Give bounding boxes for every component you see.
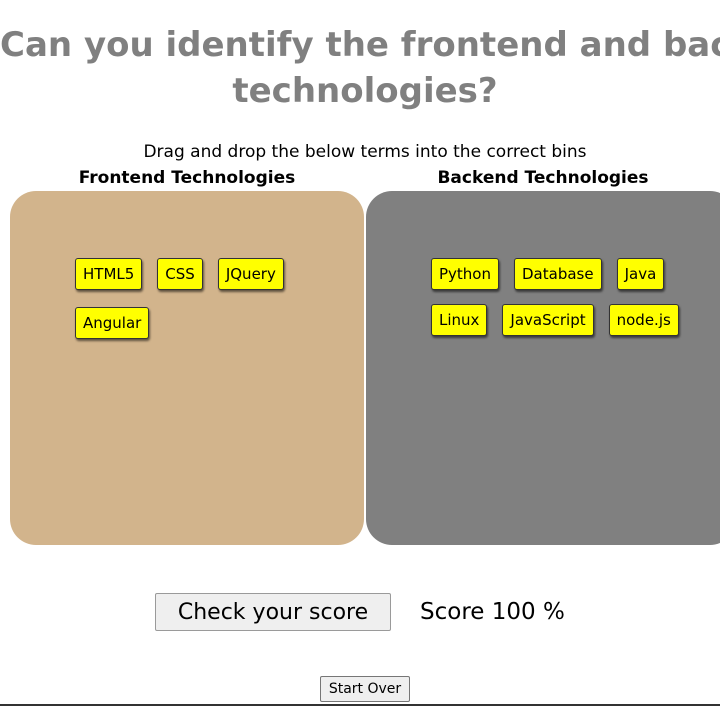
page-title-line-1: Can you identify the frontend and backen… (0, 25, 720, 65)
backend-bin-heading: Backend Technologies (437, 168, 649, 188)
term-linux[interactable]: Linux (431, 304, 488, 336)
bottom-divider (0, 704, 720, 706)
instructions-text: Drag and drop the below terms into the c… (143, 142, 587, 162)
term-nodejs[interactable]: node.js (608, 304, 679, 336)
quiz-page: Can you identify the frontend and backen… (0, 0, 720, 717)
start-over-button[interactable]: Start Over (320, 676, 410, 702)
frontend-bin[interactable]: HTML5 CSS JQuery Angular (10, 191, 364, 545)
page-title-line-2: technologies? (232, 71, 498, 111)
backend-bin[interactable]: Python Database Java Linux JavaScript no… (366, 191, 720, 545)
term-jquery[interactable]: JQuery (217, 258, 284, 290)
term-javascript[interactable]: JavaScript (502, 304, 594, 336)
term-html5[interactable]: HTML5 (75, 258, 143, 290)
term-angular[interactable]: Angular (75, 307, 150, 339)
term-database[interactable]: Database (514, 258, 602, 290)
term-css[interactable]: CSS (157, 258, 203, 290)
check-score-button[interactable]: Check your score (155, 593, 391, 631)
score-display: Score 100 % (420, 599, 565, 625)
term-java[interactable]: Java (616, 258, 665, 290)
term-python[interactable]: Python (431, 258, 499, 290)
frontend-bin-heading: Frontend Technologies (78, 168, 296, 188)
page-title: Can you identify the frontend and backen… (0, 22, 720, 114)
